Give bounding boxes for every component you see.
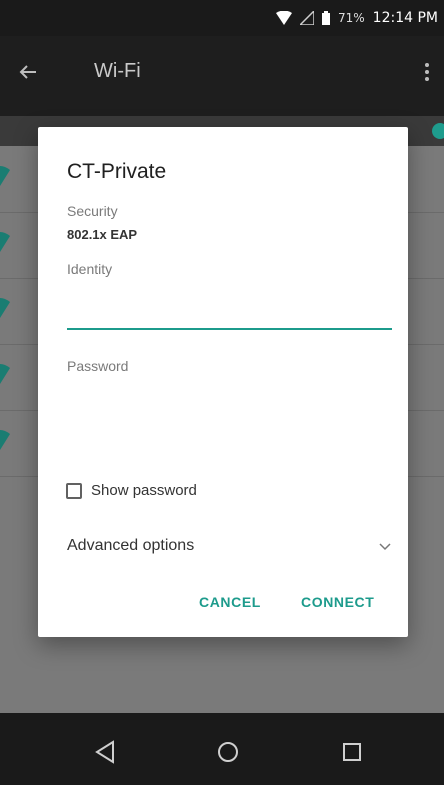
wifi-icon: [276, 11, 292, 25]
recents-square-icon[interactable]: [337, 737, 367, 767]
wifi-signal-icon: [0, 364, 10, 384]
show-password-label: Show password: [91, 482, 197, 499]
status-bar: 71% 12:14 PM: [0, 0, 444, 36]
password-input[interactable]: [67, 389, 392, 419]
clock: 12:14 PM: [372, 10, 438, 26]
wifi-connect-dialog: CT-Private Security 802.1x EAP Identity …: [38, 127, 408, 637]
signal-icon: [300, 11, 314, 25]
advanced-options-row[interactable]: Advanced options: [67, 537, 392, 559]
battery-icon: [322, 11, 330, 25]
battery-percent: 71%: [338, 11, 365, 25]
identity-label: Identity: [67, 261, 113, 277]
security-value: 802.1x EAP: [67, 227, 138, 242]
app-bar: Wi-Fi: [0, 36, 444, 116]
identity-underline: [67, 328, 392, 330]
advanced-options-label: Advanced options: [67, 537, 195, 554]
wifi-signal-icon: [0, 430, 10, 450]
security-label: Security: [67, 203, 118, 219]
wifi-signal-icon: [0, 166, 10, 186]
page-title: Wi-Fi: [94, 60, 141, 82]
show-password-checkbox[interactable]: [66, 482, 82, 499]
identity-input[interactable]: [67, 295, 392, 325]
status-icons: 71% 12:14 PM: [276, 0, 438, 36]
password-label: Password: [67, 358, 129, 374]
show-password-toggle[interactable]: Show password: [66, 482, 197, 499]
home-circle-icon[interactable]: [213, 737, 243, 767]
back-triangle-icon[interactable]: [91, 737, 121, 767]
wifi-signal-icon: [0, 298, 10, 318]
navigation-bar: [0, 713, 444, 785]
connect-button[interactable]: CONNECT: [301, 594, 374, 610]
back-arrow-icon[interactable]: [16, 60, 40, 84]
more-vert-icon[interactable]: [424, 62, 430, 82]
chevron-down-icon[interactable]: [378, 540, 392, 554]
wifi-signal-icon: [0, 232, 10, 252]
cancel-button[interactable]: CANCEL: [199, 594, 261, 610]
dialog-title: CT-Private: [67, 160, 167, 183]
wifi-toggle[interactable]: [432, 123, 444, 139]
